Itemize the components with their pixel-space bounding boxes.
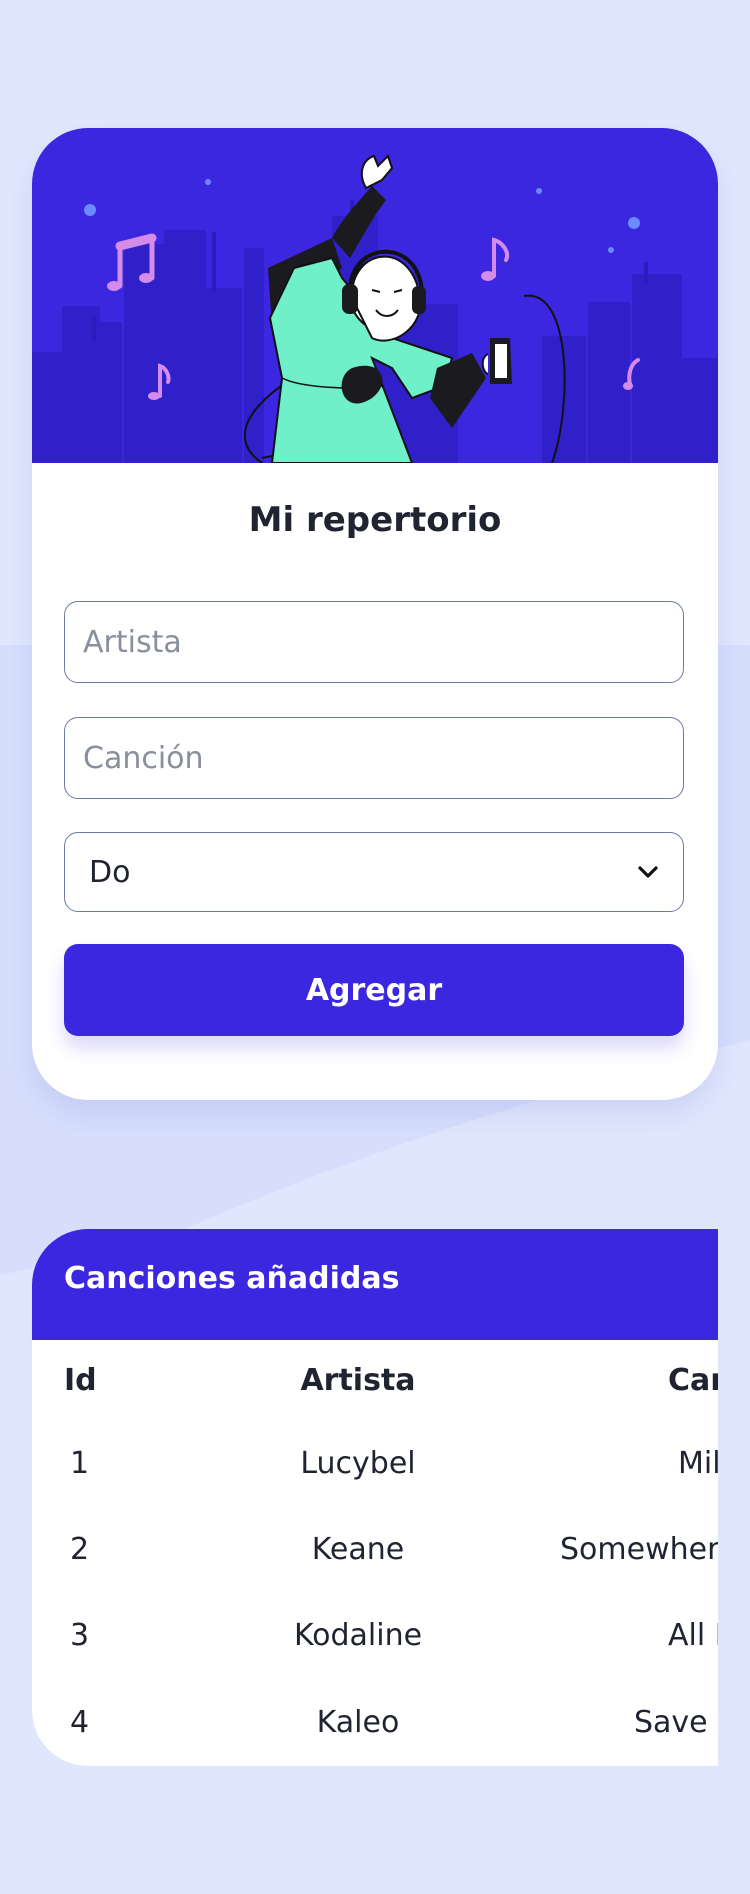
add-song-button[interactable]: Agregar (64, 944, 684, 1036)
cell-artist: Lucybel (300, 1446, 416, 1481)
cell-song: Save y (634, 1705, 718, 1740)
cell-id: 2 (70, 1532, 90, 1567)
key-select-value: Do (89, 854, 131, 890)
table-title: Canciones añadidas (64, 1261, 400, 1296)
cell-id: 3 (70, 1618, 90, 1653)
page-title: Mi repertorio (248, 500, 502, 540)
cell-artist: Kodaline (293, 1618, 423, 1653)
repertoire-form-card: Mi repertorio Do Agregar (32, 128, 718, 1100)
artist-input[interactable] (64, 601, 684, 683)
cell-song: Mil (678, 1446, 718, 1481)
cell-song: All I (668, 1618, 718, 1653)
column-header-song: Can (668, 1363, 718, 1398)
cell-id: 1 (70, 1446, 90, 1481)
cell-artist: Keane (311, 1532, 405, 1567)
key-select[interactable]: Do (64, 832, 684, 912)
cell-id: 4 (70, 1705, 90, 1740)
cell-artist: Kaleo (316, 1705, 400, 1740)
chevron-down-icon (638, 866, 658, 878)
column-header-artist: Artista (300, 1363, 416, 1398)
cell-song: Somewhere (560, 1532, 718, 1567)
song-input[interactable] (64, 717, 684, 799)
hero-illustration (32, 128, 718, 463)
table-header-bar: Canciones añadidas (32, 1229, 718, 1340)
column-header-id: Id (64, 1363, 97, 1398)
songs-table-card: Canciones añadidas Id Artista Can 1 Lucy… (32, 1229, 718, 1766)
